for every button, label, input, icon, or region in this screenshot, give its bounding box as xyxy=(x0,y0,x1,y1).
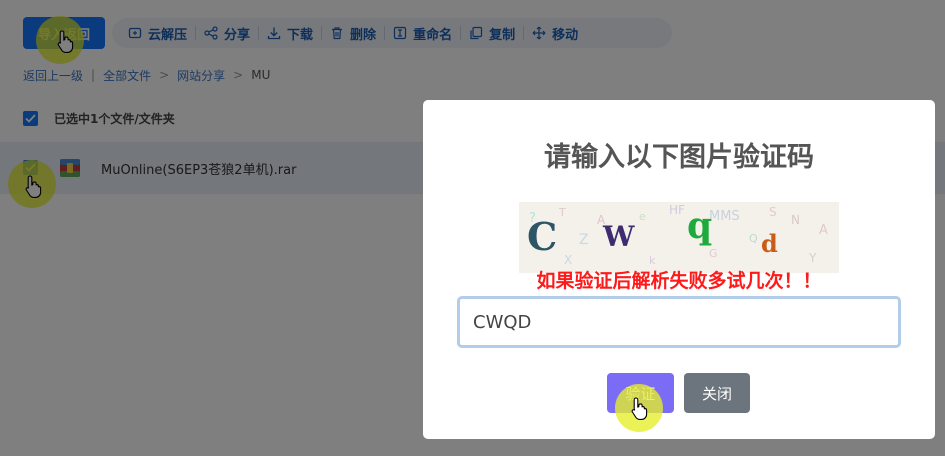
svg-text:MMS: MMS xyxy=(709,209,740,224)
svg-text:e: e xyxy=(639,210,646,223)
captcha-char-2: W xyxy=(602,220,635,253)
svg-text:X: X xyxy=(564,253,572,267)
captcha-dialog: 请输入以下图片验证码 ? T Z A e HF MMS S N A Q Y G … xyxy=(423,100,935,439)
svg-text:HF: HF xyxy=(669,203,685,217)
retry-warning: 如果验证后解析失败多试几次！！ xyxy=(536,270,822,292)
captcha-image[interactable]: ? T Z A e HF MMS S N A Q Y G X k C W q d xyxy=(519,202,839,273)
dialog-title: 请输入以下图片验证码 xyxy=(544,142,814,173)
close-button[interactable]: 关闭 xyxy=(684,373,750,413)
svg-text:T: T xyxy=(558,206,566,219)
svg-text:Z: Z xyxy=(579,232,589,248)
captcha-char-4: d xyxy=(761,229,778,258)
captcha-input[interactable] xyxy=(457,296,901,348)
svg-text:S: S xyxy=(769,205,777,219)
captcha-char-1: C xyxy=(527,214,557,259)
hand-cursor-icon xyxy=(630,396,650,420)
svg-text:A: A xyxy=(819,223,828,238)
captcha-char-3: q xyxy=(687,205,712,247)
svg-text:G: G xyxy=(709,247,718,260)
svg-text:Y: Y xyxy=(808,251,817,265)
svg-text:Q: Q xyxy=(749,232,758,245)
svg-text:N: N xyxy=(791,213,800,227)
